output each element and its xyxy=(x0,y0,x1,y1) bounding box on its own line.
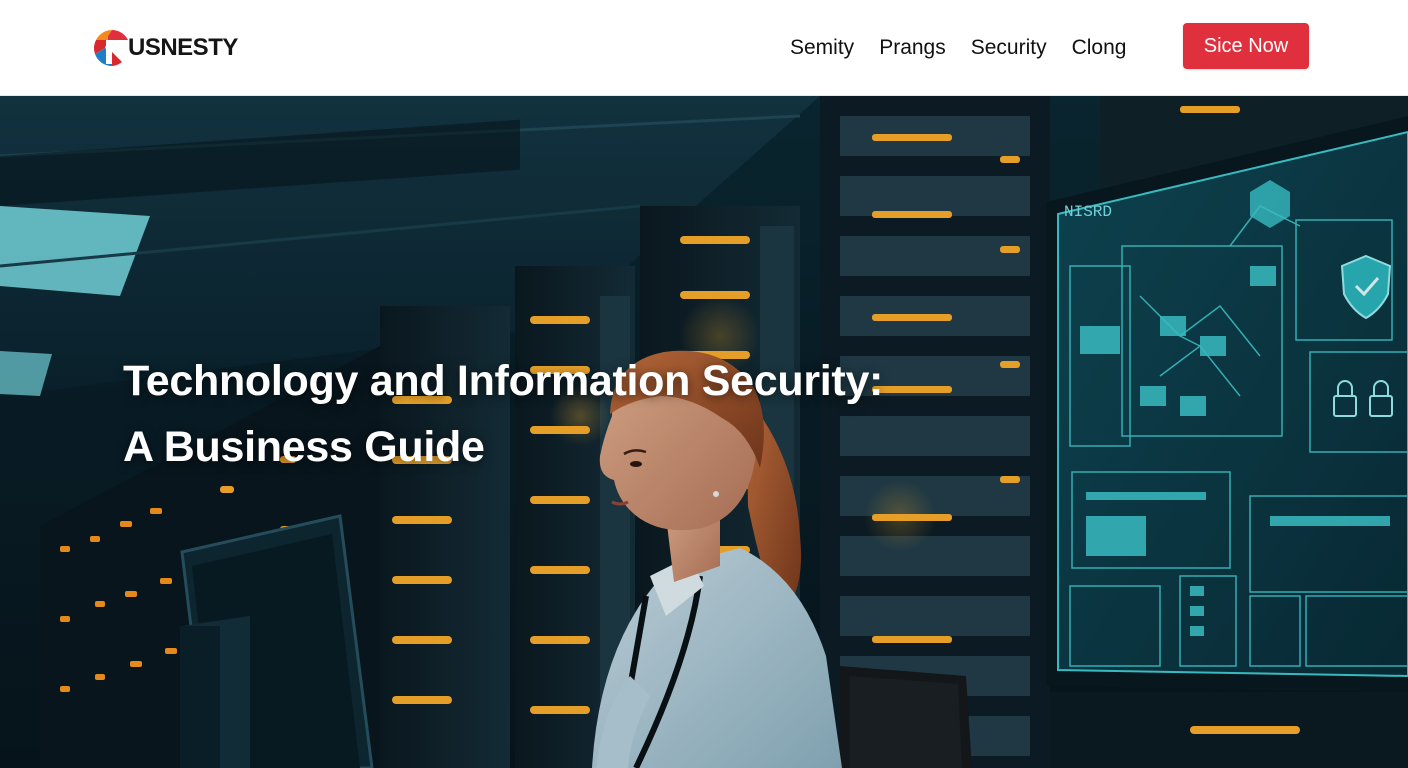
brand-logo-icon xyxy=(94,30,128,67)
hero-title-line-2: A Business Guide xyxy=(123,423,485,471)
hero-title-line-1: Technology and Information Security: xyxy=(123,357,884,405)
brand-logo-link[interactable]: USNESTY xyxy=(92,26,238,70)
sign-up-button[interactable]: Sice Now xyxy=(1183,23,1309,69)
nav-item-prangs[interactable]: Prangs xyxy=(879,36,946,60)
hero-title: Technology and Information Security: A B… xyxy=(123,348,923,480)
nav-item-semity[interactable]: Semity xyxy=(790,36,854,60)
nav-item-clong[interactable]: Clong xyxy=(1072,36,1127,60)
main-nav: Semity Prangs Security Clong xyxy=(768,28,1129,68)
hero-banner: NISRD Technology and Information Securit… xyxy=(0,96,1408,768)
brand-name: USNESTY xyxy=(128,34,238,61)
site-header: USNESTY Semity Prangs Security Clong Sic… xyxy=(0,0,1408,96)
nav-item-security[interactable]: Security xyxy=(971,36,1047,60)
